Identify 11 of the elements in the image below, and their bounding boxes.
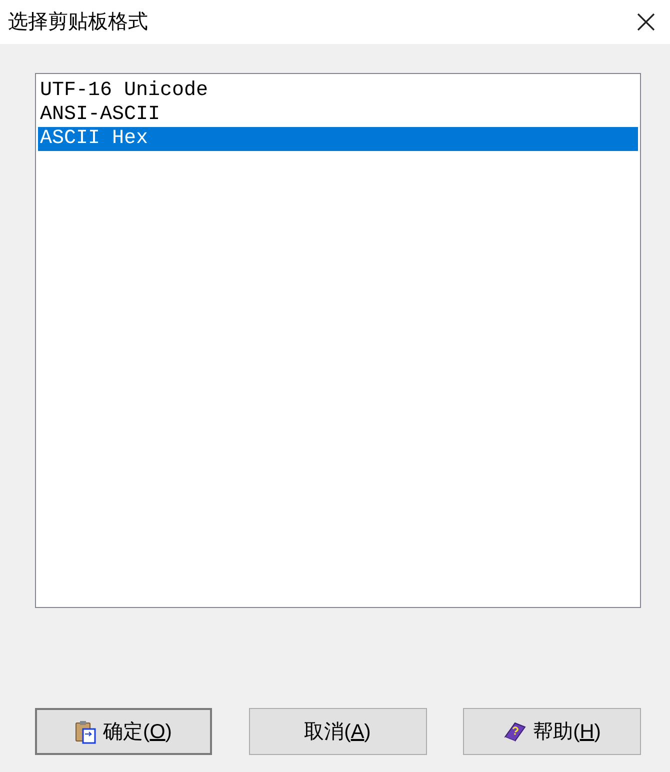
list-item[interactable]: UTF-16 Unicode [38, 79, 638, 103]
help-button[interactable]: 帮助(H) [463, 708, 641, 755]
list-box[interactable]: UTF-16 Unicode ANSI-ASCII ASCII Hex [35, 73, 641, 608]
clipboard-icon [75, 720, 98, 744]
window-title: 选择剪贴板格式 [8, 10, 148, 35]
close-icon[interactable] [636, 12, 656, 32]
list-item[interactable]: ASCII Hex [38, 127, 638, 151]
list-item[interactable]: ANSI-ASCII [38, 103, 638, 127]
ok-button[interactable]: 确定(O) [35, 708, 212, 755]
help-book-icon [503, 720, 528, 742]
cancel-button[interactable]: 取消(A) [248, 708, 426, 755]
